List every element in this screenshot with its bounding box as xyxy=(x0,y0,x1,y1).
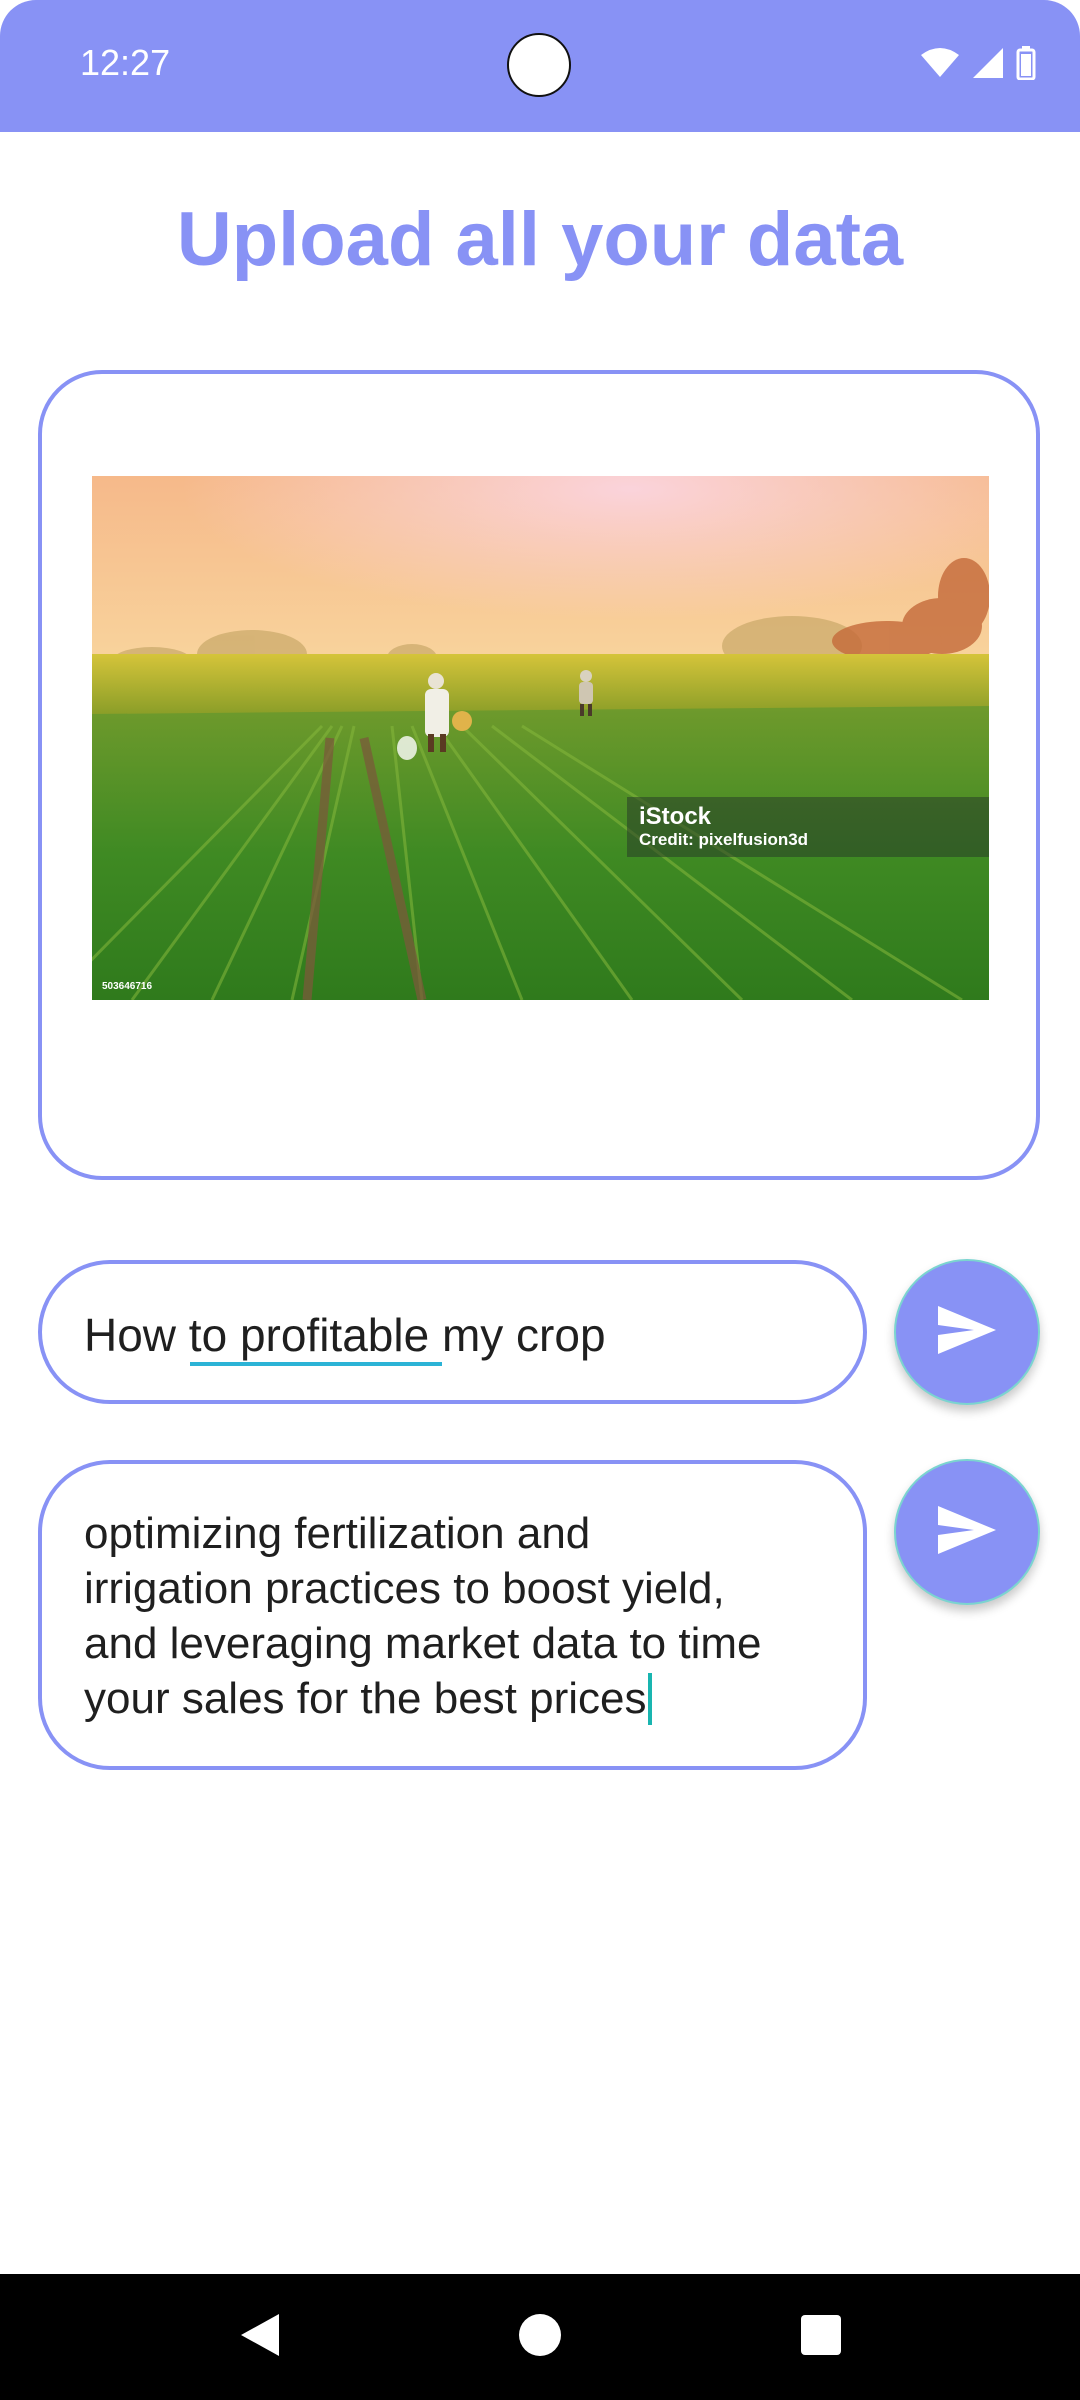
status-time: 12:27 xyxy=(80,42,171,83)
signal-icon xyxy=(972,47,1004,84)
watermark-credit: Credit: pixelfusion3d xyxy=(639,830,809,849)
uploaded-image[interactable]: iStock Credit: pixelfusion3d 503646716 xyxy=(92,476,989,1000)
nav-back-button[interactable] xyxy=(226,2304,292,2370)
question-input[interactable]: How to profitable my crop xyxy=(38,1260,867,1404)
answer-line: and leveraging market data to time xyxy=(84,1619,762,1668)
wifi-icon xyxy=(920,47,960,84)
stock-id: 503646716 xyxy=(102,981,153,992)
text-cursor xyxy=(648,1673,653,1725)
send-answer-button[interactable] xyxy=(894,1459,1040,1605)
nav-home-button[interactable] xyxy=(507,2304,573,2370)
answer-textarea[interactable]: optimizing fertilization and irrigation … xyxy=(38,1460,867,1770)
nav-recents-button[interactable] xyxy=(788,2304,854,2370)
page-title: Upload all your data xyxy=(176,197,904,282)
send-icon xyxy=(936,1304,998,1361)
watermark-brand: iStock xyxy=(639,803,712,830)
watermark: iStock Credit: pixelfusion3d xyxy=(627,797,989,857)
answer-line-text: your sales for the best prices xyxy=(84,1674,647,1723)
recents-icon xyxy=(800,2314,842,2361)
answer-line: optimizing fertilization and xyxy=(84,1509,591,1558)
status-bar: 12:27 xyxy=(0,0,1080,132)
answer-text[interactable]: optimizing fertilization and irrigation … xyxy=(84,1506,844,1726)
field-photo xyxy=(92,476,989,1000)
spellcheck-underline xyxy=(190,1362,442,1366)
send-question-button[interactable] xyxy=(894,1259,1040,1405)
camera-cutout xyxy=(507,33,571,97)
battery-icon xyxy=(1016,46,1036,85)
status-icons xyxy=(920,46,1036,85)
send-icon xyxy=(936,1504,998,1561)
answer-line: your sales for the best prices xyxy=(84,1671,844,1726)
back-icon xyxy=(237,2312,281,2363)
answer-line: irrigation practices to boost yield, xyxy=(84,1564,725,1613)
home-icon xyxy=(517,2312,563,2363)
navigation-bar xyxy=(0,2274,1080,2400)
question-input-value[interactable]: How to profitable my crop xyxy=(84,1308,606,1362)
